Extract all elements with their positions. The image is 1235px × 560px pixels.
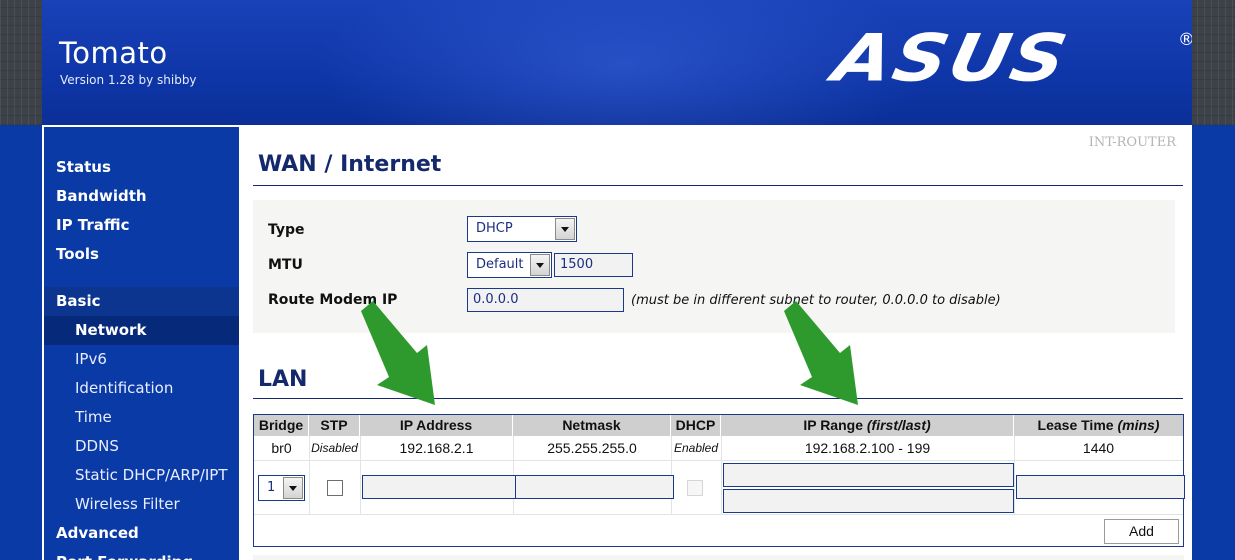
- header-banner: Tomato Version 1.28 by shibby ASUS ®: [42, 0, 1192, 125]
- column-header-ip-address: IP Address: [360, 415, 513, 436]
- column-header-dhcp: DHCP: [671, 415, 721, 436]
- annotation-arrow-ip-range: [784, 301, 858, 405]
- wan-title-divider: [253, 185, 1183, 186]
- row-ip-address[interactable]: 192.168.2.1: [360, 436, 513, 460]
- column-header-bridge: Bridge: [254, 415, 309, 436]
- new-bridge-select[interactable]: 1: [258, 475, 305, 501]
- sidebar-item-identification[interactable]: Identification: [44, 374, 239, 403]
- chevron-down-icon: [555, 218, 575, 240]
- mtu-label: MTU: [268, 257, 303, 273]
- row-dhcp[interactable]: Enabled: [671, 436, 721, 460]
- sidebar-item-port-forwarding[interactable]: Port Forwarding: [44, 548, 239, 560]
- row-lease-time[interactable]: 1440: [1014, 436, 1183, 460]
- registered-mark: ®: [1178, 30, 1192, 50]
- chevron-down-icon: [283, 477, 303, 499]
- app-title: Tomato: [59, 36, 168, 70]
- lan-section-title: LAN: [258, 367, 308, 392]
- sidebar-item-bandwidth[interactable]: Bandwidth: [44, 182, 239, 211]
- app-version: Version 1.28 by shibby: [60, 73, 197, 87]
- wan-type-select[interactable]: DHCP: [467, 216, 577, 242]
- wan-section-title: WAN / Internet: [258, 152, 442, 177]
- sidebar-item-time[interactable]: Time: [44, 403, 239, 432]
- sidebar-item-wireless-filter[interactable]: Wireless Filter: [44, 490, 239, 519]
- sidebar-item-static-dhcp[interactable]: Static DHCP/ARP/IPT: [44, 461, 239, 490]
- sidebar-section-basic[interactable]: Basic: [44, 287, 239, 316]
- mtu-value-input[interactable]: 1500: [554, 253, 633, 277]
- column-header-ip-range: IP Range (first/last): [721, 415, 1014, 436]
- lan-table: Bridge STP IP Address Netmask DHCP IP Ra…: [253, 414, 1185, 547]
- wan-type-value: DHCP: [476, 221, 513, 236]
- row-netmask[interactable]: 255.255.255.0: [513, 436, 671, 460]
- column-header-stp: STP: [309, 415, 360, 436]
- new-bridge-value: 1: [267, 480, 276, 495]
- sidebar-item-network[interactable]: Network: [44, 316, 239, 345]
- sidebar-item-advanced[interactable]: Advanced: [44, 519, 239, 548]
- column-header-lease-time: Lease Time (mins): [1014, 415, 1183, 436]
- arrow-shape: [361, 301, 435, 405]
- lease-time-header-label: Lease Time: [1037, 417, 1114, 433]
- row-divider: [254, 514, 1183, 515]
- chevron-down-icon: [530, 254, 550, 276]
- sidebar-item-ipv6[interactable]: IPv6: [44, 345, 239, 374]
- ip-range-header-label: IP Range: [803, 417, 863, 433]
- ip-range-header-note: (first/last): [866, 417, 931, 433]
- annotation-arrow-ip-address: [361, 301, 435, 405]
- mtu-mode-select[interactable]: Default: [467, 252, 552, 278]
- column-header-netmask: Netmask: [513, 415, 671, 436]
- sidebar-item-tools[interactable]: Tools: [44, 240, 239, 269]
- new-ip-range-last-input[interactable]: [723, 489, 1014, 513]
- new-netmask-input[interactable]: [515, 475, 674, 499]
- row-divider: [254, 460, 1183, 461]
- add-button[interactable]: Add: [1104, 519, 1179, 544]
- router-name: INT-ROUTER: [1088, 135, 1176, 150]
- type-label: Type: [268, 222, 305, 238]
- header: Tomato Version 1.28 by shibby ASUS ®: [0, 0, 1235, 125]
- next-section-panel: [253, 555, 1184, 560]
- row-stp[interactable]: Disabled: [309, 436, 360, 460]
- new-ip-address-input[interactable]: [362, 475, 516, 499]
- sidebar: Status Bandwidth IP Traffic Tools Basic …: [42, 125, 239, 560]
- mtu-mode-value: Default: [476, 257, 524, 272]
- brand-logo: ASUS: [827, 20, 1076, 97]
- route-modem-ip-input[interactable]: 0.0.0.0: [467, 288, 624, 312]
- sidebar-item-ip-traffic[interactable]: IP Traffic: [44, 211, 239, 240]
- arrow-shape: [784, 301, 858, 405]
- new-ip-range-first-input[interactable]: [723, 463, 1014, 487]
- new-lease-time-input[interactable]: [1016, 475, 1185, 499]
- sidebar-item-status[interactable]: Status: [44, 153, 239, 182]
- sidebar-item-ddns[interactable]: DDNS: [44, 432, 239, 461]
- new-stp-checkbox[interactable]: [327, 480, 343, 496]
- row-bridge[interactable]: br0: [254, 436, 309, 460]
- new-dhcp-checkbox[interactable]: [687, 480, 703, 496]
- row-ip-range[interactable]: 192.168.2.100 - 199: [721, 436, 1014, 460]
- lease-time-header-note: (mins): [1117, 417, 1160, 433]
